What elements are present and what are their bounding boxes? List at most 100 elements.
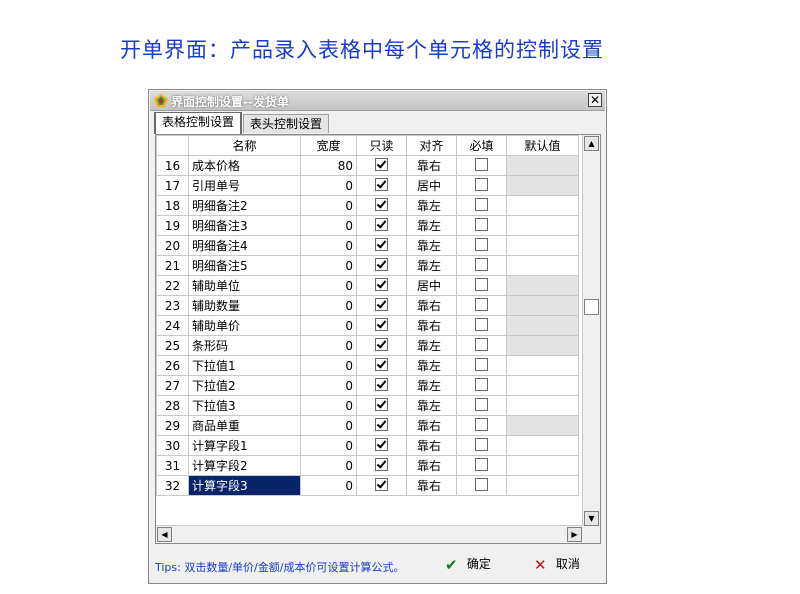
table-row[interactable]: 28 下拉值3 0 靠左	[156, 395, 579, 416]
default-cell[interactable]	[506, 215, 579, 236]
default-cell[interactable]	[506, 415, 579, 436]
required-checkbox[interactable]	[475, 418, 488, 431]
required-checkbox[interactable]	[475, 198, 488, 211]
column-header-required[interactable]: 必填	[456, 135, 507, 156]
align-cell[interactable]: 靠左	[406, 195, 457, 216]
readonly-cell[interactable]	[356, 315, 407, 336]
align-cell[interactable]: 靠右	[406, 415, 457, 436]
default-cell[interactable]	[506, 455, 579, 476]
default-cell[interactable]	[506, 475, 579, 496]
name-cell[interactable]: 明细备注4	[188, 235, 301, 256]
required-checkbox[interactable]	[475, 438, 488, 451]
width-cell[interactable]: 0	[300, 335, 357, 356]
name-cell[interactable]: 明细备注2	[188, 195, 301, 216]
name-cell[interactable]: 下拉值2	[188, 375, 301, 396]
cancel-button[interactable]: ✕ 取消	[534, 553, 580, 575]
default-cell[interactable]	[506, 275, 579, 296]
required-checkbox[interactable]	[475, 238, 488, 251]
width-cell[interactable]: 0	[300, 375, 357, 396]
width-cell[interactable]: 0	[300, 195, 357, 216]
align-cell[interactable]: 居中	[406, 275, 457, 296]
align-cell[interactable]: 靠左	[406, 395, 457, 416]
horizontal-scroll-thumb[interactable]	[172, 527, 567, 542]
name-cell[interactable]: 计算字段1	[188, 435, 301, 456]
readonly-cell[interactable]	[356, 275, 407, 296]
readonly-cell[interactable]	[356, 415, 407, 436]
required-cell[interactable]	[456, 155, 507, 176]
readonly-checkbox[interactable]	[375, 238, 388, 251]
required-checkbox[interactable]	[475, 398, 488, 411]
required-cell[interactable]	[456, 275, 507, 296]
readonly-cell[interactable]	[356, 355, 407, 376]
readonly-cell[interactable]	[356, 335, 407, 356]
default-cell[interactable]	[506, 375, 579, 396]
name-cell[interactable]: 商品单重	[188, 415, 301, 436]
name-cell[interactable]: 引用单号	[188, 175, 301, 196]
scroll-down-button[interactable]: ▼	[584, 511, 599, 526]
required-cell[interactable]	[456, 335, 507, 356]
width-cell[interactable]: 0	[300, 435, 357, 456]
required-cell[interactable]	[456, 195, 507, 216]
default-cell[interactable]	[506, 255, 579, 276]
close-button[interactable]: ✕	[588, 93, 602, 107]
required-cell[interactable]	[456, 175, 507, 196]
readonly-checkbox[interactable]	[375, 438, 388, 451]
required-checkbox[interactable]	[475, 158, 488, 171]
readonly-checkbox[interactable]	[375, 218, 388, 231]
width-cell[interactable]: 0	[300, 215, 357, 236]
vertical-scrollbar[interactable]: ▲ ▼	[582, 135, 600, 527]
table-row[interactable]: 18 明细备注2 0 靠左	[156, 195, 579, 216]
name-cell[interactable]: 下拉值3	[188, 395, 301, 416]
required-checkbox[interactable]	[475, 298, 488, 311]
default-cell[interactable]	[506, 335, 579, 356]
default-cell[interactable]	[506, 175, 579, 196]
readonly-cell[interactable]	[356, 215, 407, 236]
readonly-cell[interactable]	[356, 255, 407, 276]
default-cell[interactable]	[506, 355, 579, 376]
required-checkbox[interactable]	[475, 478, 488, 491]
table-row[interactable]: 26 下拉值1 0 靠左	[156, 355, 579, 376]
align-cell[interactable]: 居中	[406, 175, 457, 196]
table-row[interactable]: 22 辅助单位 0 居中	[156, 275, 579, 296]
name-cell[interactable]: 计算字段2	[188, 455, 301, 476]
name-cell[interactable]: 辅助数量	[188, 295, 301, 316]
table-row[interactable]: 17 引用单号 0 居中	[156, 175, 579, 196]
readonly-checkbox[interactable]	[375, 458, 388, 471]
required-checkbox[interactable]	[475, 458, 488, 471]
width-cell[interactable]: 0	[300, 415, 357, 436]
width-cell[interactable]: 0	[300, 475, 357, 496]
align-cell[interactable]: 靠左	[406, 235, 457, 256]
required-cell[interactable]	[456, 435, 507, 456]
readonly-cell[interactable]	[356, 475, 407, 496]
table-row[interactable]: 25 条形码 0 靠左	[156, 335, 579, 356]
readonly-cell[interactable]	[356, 435, 407, 456]
name-cell[interactable]: 辅助单价	[188, 315, 301, 336]
readonly-cell[interactable]	[356, 155, 407, 176]
table-row[interactable]: 32 计算字段3 0 靠右	[156, 475, 579, 496]
table-row[interactable]: 20 明细备注4 0 靠左	[156, 235, 579, 256]
align-cell[interactable]: 靠左	[406, 215, 457, 236]
width-cell[interactable]: 0	[300, 355, 357, 376]
readonly-checkbox[interactable]	[375, 358, 388, 371]
width-cell[interactable]: 0	[300, 175, 357, 196]
scroll-up-button[interactable]: ▲	[584, 136, 599, 151]
readonly-checkbox[interactable]	[375, 398, 388, 411]
align-cell[interactable]: 靠右	[406, 315, 457, 336]
readonly-cell[interactable]	[356, 195, 407, 216]
name-cell[interactable]: 明细备注5	[188, 255, 301, 276]
table-row[interactable]: 19 明细备注3 0 靠左	[156, 215, 579, 236]
align-cell[interactable]: 靠右	[406, 155, 457, 176]
table-row[interactable]: 29 商品单重 0 靠右	[156, 415, 579, 436]
width-cell[interactable]: 0	[300, 295, 357, 316]
align-cell[interactable]: 靠右	[406, 475, 457, 496]
readonly-checkbox[interactable]	[375, 278, 388, 291]
readonly-cell[interactable]	[356, 295, 407, 316]
required-cell[interactable]	[456, 255, 507, 276]
table-row[interactable]: 27 下拉值2 0 靠左	[156, 375, 579, 396]
width-cell[interactable]: 0	[300, 275, 357, 296]
table-row[interactable]: 30 计算字段1 0 靠右	[156, 435, 579, 456]
align-cell[interactable]: 靠右	[406, 295, 457, 316]
align-cell[interactable]: 靠左	[406, 255, 457, 276]
align-cell[interactable]: 靠左	[406, 375, 457, 396]
required-checkbox[interactable]	[475, 178, 488, 191]
